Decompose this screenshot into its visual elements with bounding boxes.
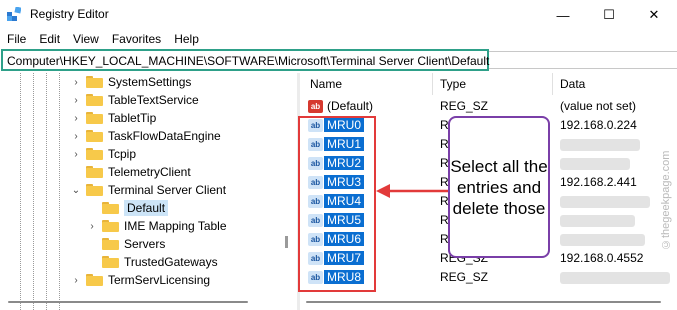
folder-icon <box>102 238 119 250</box>
tree-item-ime-mapping-table[interactable]: › IME Mapping Table <box>86 217 227 235</box>
tree-item-servers[interactable]: Servers <box>86 235 165 253</box>
chevron-right-icon[interactable]: › <box>70 77 82 88</box>
key-tree-pane: › SystemSettings › TableTextService › Ta… <box>0 73 293 310</box>
menu-view[interactable]: View <box>66 30 105 48</box>
folder-icon <box>86 184 103 196</box>
tree-item-label: Terminal Server Client <box>108 183 227 197</box>
folder-icon <box>86 148 103 160</box>
tree-item-label: Tcpip <box>108 147 137 161</box>
menu-help[interactable]: Help <box>167 30 205 48</box>
selection-highlight-box <box>298 116 376 292</box>
watermark: ©thegeekpage.com <box>660 150 672 250</box>
scrollbar-thumb[interactable] <box>8 301 248 303</box>
arrow-left-icon <box>376 184 448 198</box>
folder-icon <box>102 256 119 268</box>
value-data: 192.168.0.224 <box>560 118 637 132</box>
menu-edit[interactable]: Edit <box>32 30 66 48</box>
folder-icon <box>86 166 103 178</box>
tree-item-trustedgateways[interactable]: TrustedGateways <box>86 253 218 271</box>
column-header-name[interactable]: Name <box>310 77 342 91</box>
tree-guide-line <box>33 73 34 310</box>
tree-item-tablettip[interactable]: › TabletTip <box>70 109 156 127</box>
tree-item-taskflowdataengine[interactable]: › TaskFlowDataEngine <box>70 127 221 145</box>
tree-item-label: IME Mapping Table <box>124 219 227 233</box>
minimize-button[interactable]: — <box>540 0 586 30</box>
tree-guide-line <box>20 73 21 310</box>
value-name: (Default) <box>327 99 374 113</box>
tree-item-label: Servers <box>124 237 166 251</box>
tree-item-termservlicensing[interactable]: › TermServLicensing <box>70 271 210 289</box>
menu-favorites[interactable]: Favorites <box>105 30 167 48</box>
value-data: 192.168.2.441 <box>560 175 637 189</box>
tree-item-label: TelemetryClient <box>108 165 191 179</box>
registry-value-row[interactable]: ab (Default) REG_SZ (value not set) <box>300 97 677 116</box>
tree-item-tcpip[interactable]: › Tcpip <box>70 145 136 163</box>
scrollbar-thumb[interactable] <box>306 301 661 303</box>
tree-item-terminal-server-client[interactable]: ⌄ Terminal Server Client <box>70 181 226 199</box>
redacted-data <box>560 158 630 170</box>
value-type: REG_SZ <box>440 99 489 113</box>
tree-item-label: TermServLicensing <box>108 273 211 287</box>
folder-icon <box>86 130 103 142</box>
callout-text: Select all the entries and delete those <box>450 156 548 218</box>
tree-item-tabletextservice[interactable]: › TableTextService <box>70 91 199 109</box>
value-data: (value not set) <box>560 99 637 113</box>
tree-item-label: TaskFlowDataEngine <box>108 129 221 143</box>
column-header-type[interactable]: Type <box>440 77 466 91</box>
folder-icon <box>86 94 103 106</box>
tree-guide-line <box>59 73 60 310</box>
tree-item-label: TrustedGateways <box>124 255 218 269</box>
registry-editor-icon <box>7 7 21 21</box>
folder-icon <box>86 76 103 88</box>
tree-item-telemetryclient[interactable]: TelemetryClient <box>70 163 191 181</box>
folder-open-icon <box>102 202 119 214</box>
menu-file[interactable]: File <box>0 30 32 48</box>
chevron-right-icon[interactable]: › <box>70 149 82 160</box>
column-separator[interactable] <box>432 73 433 95</box>
tree-item-systemsettings[interactable]: › SystemSettings <box>70 73 191 91</box>
folder-icon <box>86 112 103 124</box>
folder-icon <box>102 220 119 232</box>
instruction-callout: Select all the entries and delete those <box>448 116 550 258</box>
address-bar[interactable]: Computer\HKEY_LOCAL_MACHINE\SOFTWARE\Mic… <box>1 49 489 71</box>
menu-bar: File Edit View Favorites Help <box>0 30 205 48</box>
chevron-down-icon[interactable]: ⌄ <box>70 185 82 196</box>
close-button[interactable]: ✕ <box>631 0 677 30</box>
string-value-icon: ab <box>308 100 323 113</box>
chevron-right-icon[interactable]: › <box>70 275 82 286</box>
tree-item-label: Default <box>124 200 169 216</box>
tree-item-default[interactable]: Default <box>86 199 169 217</box>
column-header-data[interactable]: Data <box>560 77 585 91</box>
address-bar-extension <box>489 51 677 69</box>
tree-guide-line <box>46 73 47 310</box>
tree-item-label: TableTextService <box>108 93 199 107</box>
tree-vertical-scrollbar[interactable] <box>285 236 288 248</box>
chevron-right-icon[interactable]: › <box>86 221 98 232</box>
chevron-right-icon[interactable]: › <box>70 131 82 142</box>
folder-icon <box>86 274 103 286</box>
column-separator[interactable] <box>552 73 553 95</box>
tree-item-label: SystemSettings <box>108 75 192 89</box>
address-path: Computer\HKEY_LOCAL_MACHINE\SOFTWARE\Mic… <box>7 54 490 68</box>
maximize-button[interactable]: ☐ <box>586 0 632 30</box>
value-type: REG_SZ <box>440 270 489 284</box>
redacted-data <box>560 215 635 227</box>
chevron-right-icon[interactable]: › <box>70 95 82 106</box>
redacted-data <box>560 234 645 246</box>
redacted-data <box>560 272 670 284</box>
title-bar: Registry Editor — ☐ ✕ <box>0 0 677 30</box>
window-title: Registry Editor <box>30 7 109 21</box>
values-horizontal-scrollbar[interactable] <box>306 298 666 305</box>
tree-horizontal-scrollbar[interactable] <box>8 298 278 305</box>
chevron-right-icon[interactable]: › <box>70 113 82 124</box>
value-data: 192.168.0.4552 <box>560 251 644 265</box>
redacted-data <box>560 139 640 151</box>
redacted-data <box>560 196 650 208</box>
tree-item-label: TabletTip <box>108 111 157 125</box>
